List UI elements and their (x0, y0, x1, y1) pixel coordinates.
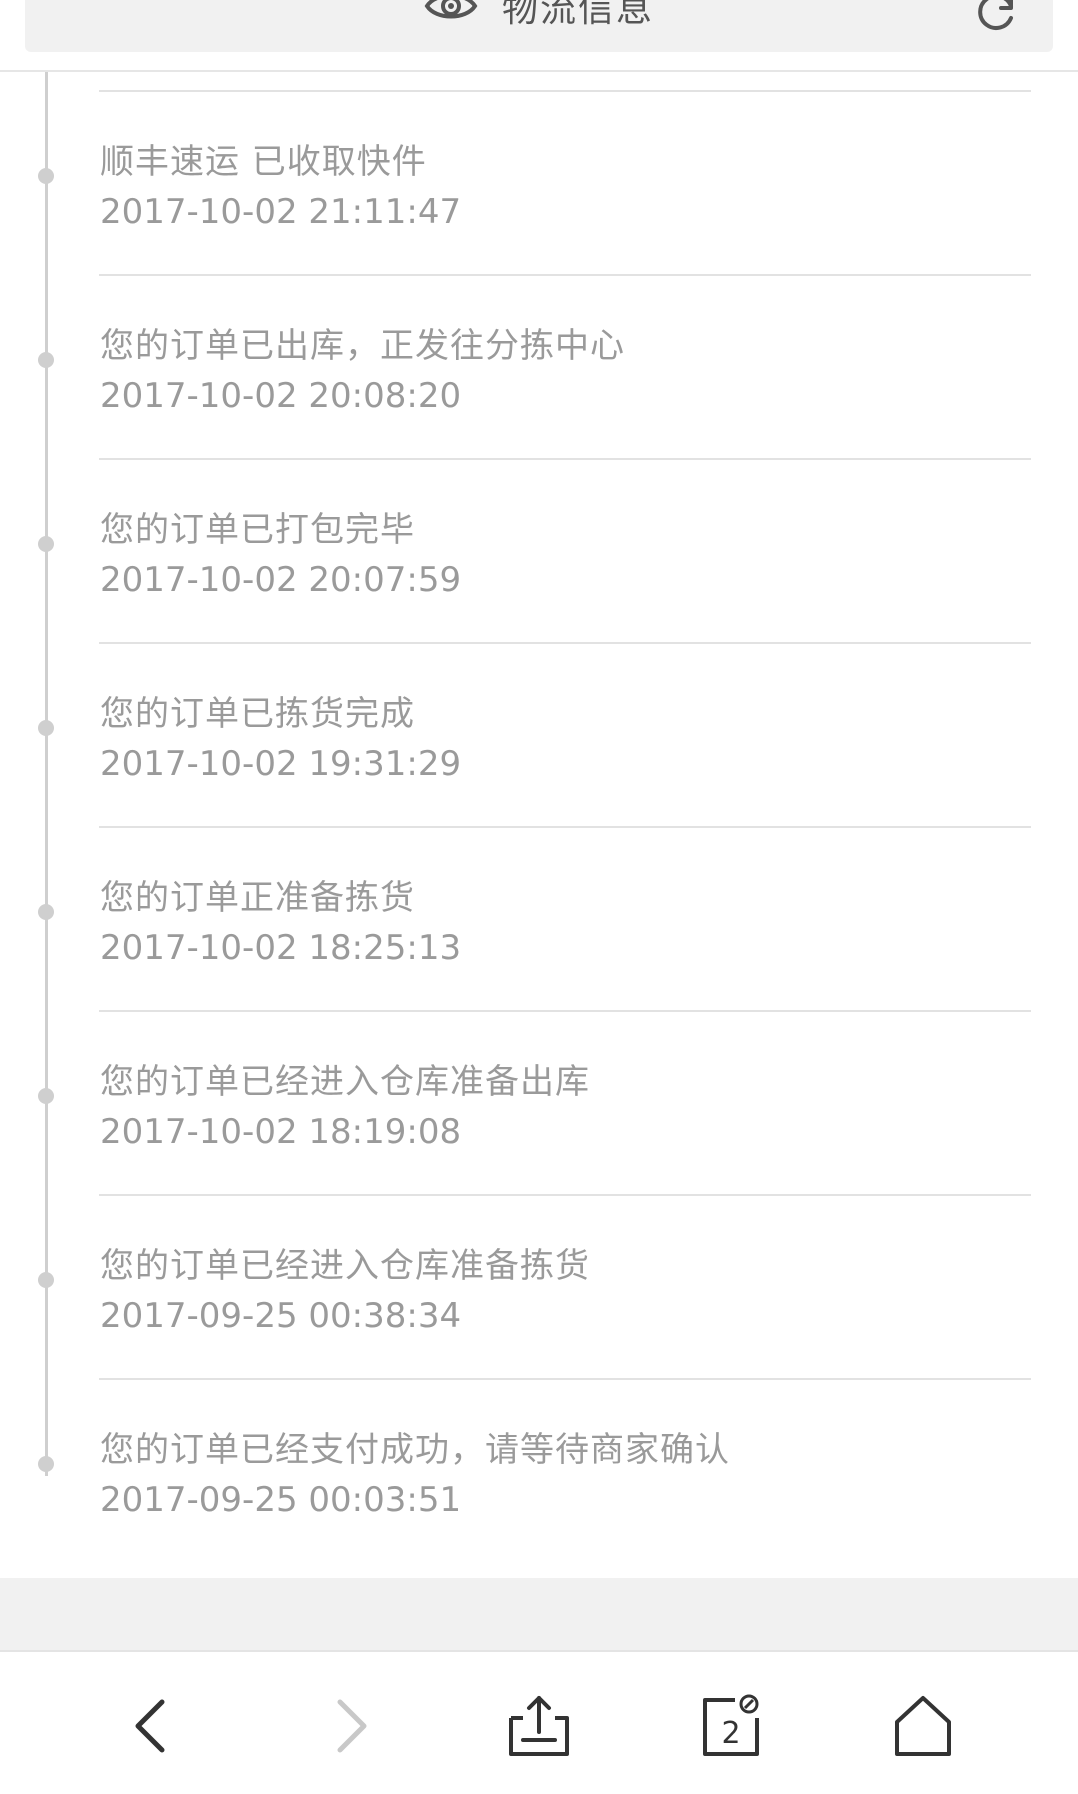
timeline-dot (38, 720, 54, 736)
header-bar: 物流信息 (25, 0, 1053, 52)
chevron-right-icon (337, 1699, 367, 1753)
timeline-dot (38, 168, 54, 184)
event-description: 您的订单已出库，正发往分拣中心 (100, 326, 625, 366)
tabs-button[interactable]: 2 (693, 1688, 769, 1764)
timeline-dot (38, 1456, 54, 1472)
event-time: 2017-09-25 00:38:34 (100, 1296, 462, 1336)
event-time: 2017-10-02 19:31:29 (100, 744, 462, 784)
event-description: 您的订单已打包完毕 (100, 510, 415, 550)
timeline-dot (38, 904, 54, 920)
event-description: 您的订单正准备拣货 (100, 878, 415, 918)
browser-toolbar: 2 (0, 1650, 1078, 1794)
timeline-event: 您的订单已打包完毕 2017-10-02 20:07:59 (0, 460, 1078, 644)
share-icon (509, 1696, 569, 1756)
timeline-event: 您的订单已经支付成功，请等待商家确认 2017-09-25 00:03:51 (0, 1380, 1078, 1564)
timeline-event: 您的订单已出库，正发往分拣中心 2017-10-02 20:08:20 (0, 276, 1078, 460)
tabs-count: 2 (721, 1716, 741, 1751)
back-button[interactable] (116, 1688, 192, 1764)
event-time: 2017-10-02 18:25:13 (100, 928, 462, 968)
home-button[interactable] (885, 1688, 961, 1764)
timeline-dot (38, 352, 54, 368)
event-time: 2017-10-02 18:19:08 (100, 1112, 462, 1152)
share-button[interactable] (501, 1688, 577, 1764)
event-description: 您的订单已经进入仓库准备出库 (100, 1062, 590, 1102)
chevron-left-icon (135, 1699, 165, 1753)
event-time: 2017-09-25 00:03:51 (100, 1480, 462, 1520)
timeline-event: 您的订单已拣货完成 2017-10-02 19:31:29 (0, 644, 1078, 828)
timeline-dot (38, 1088, 54, 1104)
refresh-icon[interactable] (973, 0, 1021, 36)
event-time: 2017-10-02 20:08:20 (100, 376, 462, 416)
header-inner: 物流信息 (25, 0, 1053, 36)
event-description: 顺丰速运 已收取快件 (100, 142, 427, 182)
timeline-dot (38, 1272, 54, 1288)
timeline-dot (38, 536, 54, 552)
tabs-icon: 2 (699, 1694, 763, 1758)
page-title: 物流信息 (501, 0, 654, 30)
timeline-event: 您的订单已经进入仓库准备出库 2017-10-02 18:19:08 (0, 1012, 1078, 1196)
home-icon (895, 1696, 951, 1756)
header: 物流信息 (0, 0, 1078, 72)
event-description: 您的订单已经进入仓库准备拣货 (100, 1246, 590, 1286)
event-description: 您的订单已拣货完成 (100, 694, 415, 734)
event-time: 2017-10-02 20:07:59 (100, 560, 462, 600)
forward-button[interactable] (310, 1688, 386, 1764)
timeline-event: 顺丰速运 已收取快件 2017-10-02 21:11:47 (0, 92, 1078, 276)
timeline-event: 您的订单已经进入仓库准备拣货 2017-09-25 00:38:34 (0, 1196, 1078, 1380)
footer-band (0, 1578, 1078, 1650)
event-description: 您的订单已经支付成功，请等待商家确认 (100, 1430, 730, 1470)
eye-icon (424, 0, 478, 19)
event-time: 2017-10-02 21:11:47 (100, 192, 462, 232)
timeline-event: 您的订单正准备拣货 2017-10-02 18:25:13 (0, 828, 1078, 1012)
